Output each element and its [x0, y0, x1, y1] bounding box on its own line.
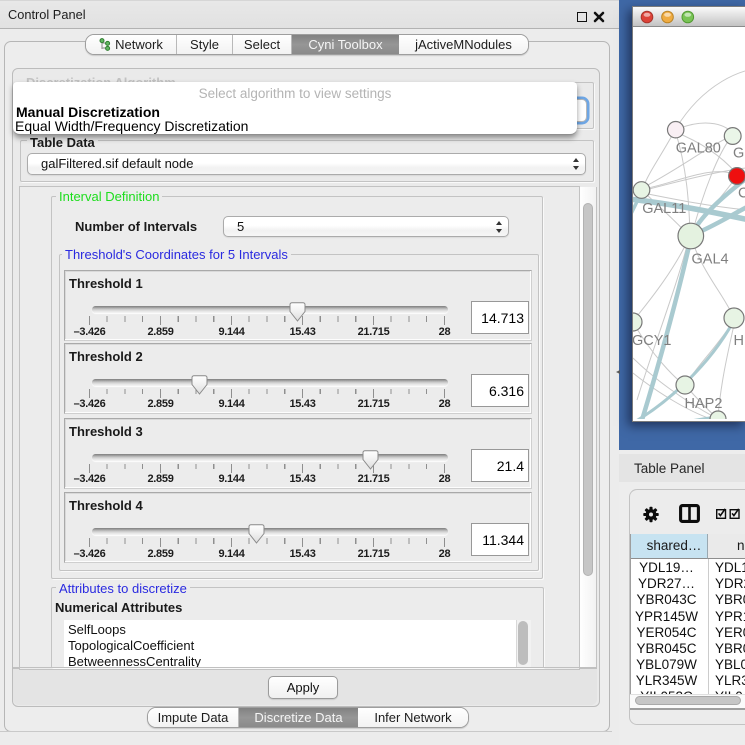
svg-text:GAL11: GAL11: [642, 201, 686, 217]
svg-text:C: C: [738, 186, 745, 202]
svg-text:H: H: [734, 333, 744, 349]
svg-text:GAL4: GAL4: [692, 252, 729, 268]
svg-text:G.: G.: [733, 146, 745, 162]
svg-text:HAP2: HAP2: [685, 396, 723, 412]
svg-text:GCY1: GCY1: [633, 333, 672, 349]
svg-text:GAL80: GAL80: [676, 141, 721, 157]
